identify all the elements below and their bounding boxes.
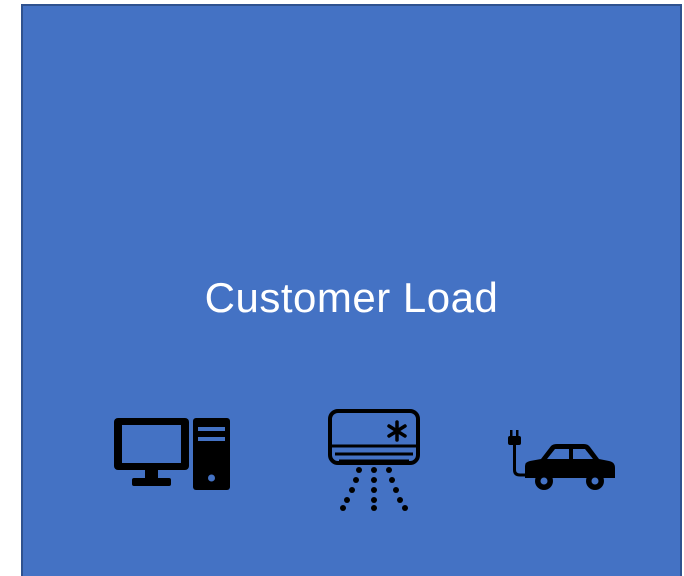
air-conditioner-icon (327, 408, 421, 512)
computer-icon (112, 416, 232, 492)
panel-title: Customer Load (204, 274, 499, 321)
electric-car-icon (507, 430, 619, 494)
customer-load-panel: Customer Load (21, 4, 682, 576)
